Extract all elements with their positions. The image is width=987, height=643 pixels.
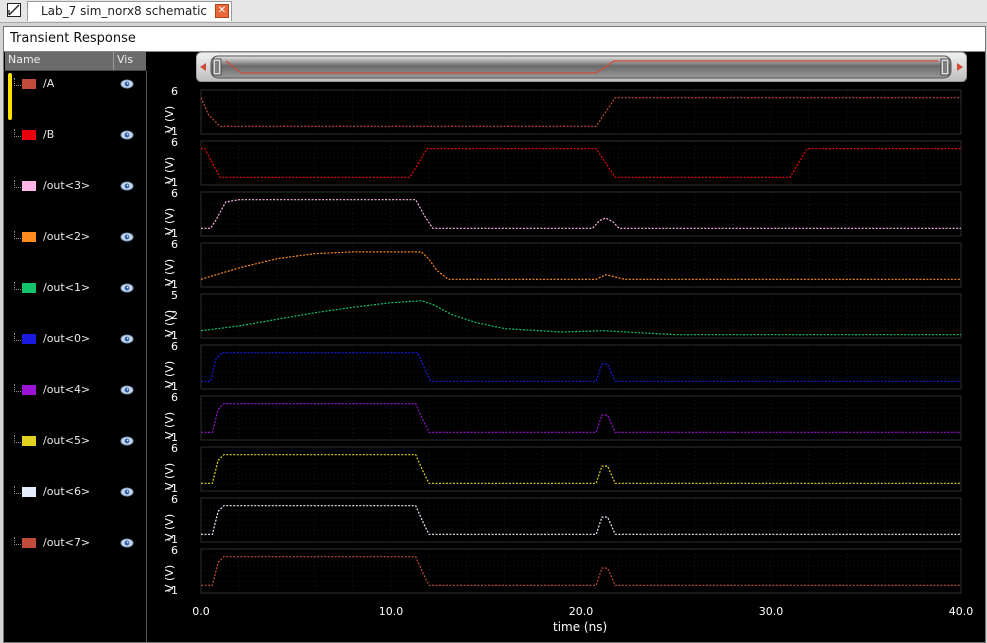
signal-color-swatch[interactable] [22, 130, 36, 140]
signal-name: /out<2> [43, 230, 91, 243]
eye-icon[interactable] [120, 333, 134, 345]
signal-color-swatch[interactable] [22, 232, 36, 242]
eye-icon[interactable] [120, 78, 134, 90]
grid-lines [200, 89, 962, 594]
window-title: Transient Response [10, 31, 136, 46]
signal-name: /out<6> [43, 485, 91, 498]
signal-row[interactable]: /A [5, 72, 146, 112]
y-tick-label: 6 [171, 493, 178, 506]
tab-title: Lab_7 sim_norx8 schematic [41, 4, 208, 18]
tree-connector [14, 129, 21, 137]
signal-color-swatch[interactable] [22, 385, 36, 395]
y-tick-label: 6 [171, 136, 178, 149]
signal-name: /out<0> [43, 332, 91, 345]
signal-name: /out<4> [43, 383, 91, 396]
tree-connector [14, 486, 21, 494]
signal-row[interactable]: /out<4> [5, 378, 146, 418]
signal-color-swatch[interactable] [22, 79, 36, 89]
tree-connector [14, 333, 21, 341]
signal-row[interactable]: /out<0> [5, 327, 146, 367]
tree-connector [14, 384, 21, 392]
x-tick-label: 10.0 [378, 605, 404, 618]
x-tick-label: 30.0 [758, 605, 784, 618]
y-tick-label: 6 [171, 340, 178, 353]
signal-row[interactable]: /out<3> [5, 174, 146, 214]
column-divider[interactable] [113, 52, 114, 70]
signal-list: /A/B/out<3> /out<2> /out<1> /out<0> /out<4> /… [5, 71, 147, 642]
scroll-right-handle[interactable] [940, 58, 950, 76]
column-vis-header[interactable]: Vis [117, 53, 133, 66]
eye-icon[interactable] [120, 129, 134, 141]
signal-color-swatch[interactable] [22, 334, 36, 344]
tab-bar: Lab_7 sim_norx8 schematic ✕ [0, 0, 987, 23]
eye-icon[interactable] [120, 180, 134, 192]
signal-color-swatch[interactable] [22, 436, 36, 446]
signal-color-swatch[interactable] [22, 538, 36, 548]
window-title-bar: Transient Response [4, 27, 985, 52]
signal-row[interactable]: /out<5> [5, 429, 146, 469]
tree-connector [14, 282, 21, 290]
y-tick-label: 6 [171, 391, 178, 404]
signal-row[interactable]: /B [5, 123, 146, 163]
eye-icon[interactable] [120, 231, 134, 243]
scroll-thumb[interactable] [210, 55, 952, 79]
tree-connector [14, 180, 21, 188]
y-tick-label: -1 [167, 584, 178, 597]
x-tick-label: 20.0 [568, 605, 594, 618]
tree-connector [14, 78, 21, 86]
tree-connector [14, 231, 21, 239]
signal-list-header: Name Vis [5, 52, 146, 71]
scroll-left-handle[interactable] [212, 58, 222, 76]
x-axis-label: time (ns) [553, 620, 608, 634]
x-tick-label: 40.0 [948, 605, 974, 618]
signal-name: /out<5> [43, 434, 91, 447]
y-tick-label: 2 [171, 309, 178, 322]
signal-row[interactable]: /out<6> [5, 480, 146, 520]
waveform-plot-area[interactable]: V (V) 6 -1 V (V) 6 -1 V (V) 6 -1 V (V) 6 -1 V (V) 5 2-… [146, 84, 986, 642]
column-name-header[interactable]: Name [8, 53, 40, 66]
eye-icon[interactable] [120, 537, 134, 549]
signal-color-swatch[interactable] [22, 283, 36, 293]
tab-schematic[interactable]: Lab_7 sim_norx8 schematic ✕ [27, 1, 232, 21]
signal-color-swatch[interactable] [22, 487, 36, 497]
signal-name: /B [43, 128, 55, 141]
x-tick-label: 0.0 [192, 605, 210, 618]
signal-name: /out<7> [43, 536, 91, 549]
eye-icon[interactable] [120, 282, 134, 294]
schematic-icon[interactable] [7, 3, 21, 17]
signal-name: /A [43, 77, 55, 90]
signal-row[interactable]: /out<7> [5, 531, 146, 571]
tree-connector [14, 435, 21, 443]
signal-name: /out<3> [43, 179, 91, 192]
signal-row[interactable]: /out<1> [5, 276, 146, 316]
signal-row[interactable]: /out<2> [5, 225, 146, 265]
eye-icon[interactable] [120, 435, 134, 447]
y-tick-label: 6 [171, 544, 178, 557]
tree-connector [14, 537, 21, 545]
eye-icon[interactable] [120, 486, 134, 498]
close-icon[interactable]: ✕ [215, 4, 229, 18]
signal-color-swatch[interactable] [22, 181, 36, 191]
y-tick-label: 6 [171, 238, 178, 251]
eye-icon[interactable] [120, 384, 134, 396]
y-tick-label: 6 [171, 187, 178, 200]
y-tick-label: 6 [171, 85, 178, 98]
time-scrollbar[interactable] [196, 52, 967, 82]
signal-name: /out<1> [43, 281, 91, 294]
waveform-window: Transient Response Name Vis /A/B/out<3> /… [3, 26, 986, 643]
y-tick-label: 6 [171, 442, 178, 455]
y-tick-label: 5 [171, 289, 178, 302]
